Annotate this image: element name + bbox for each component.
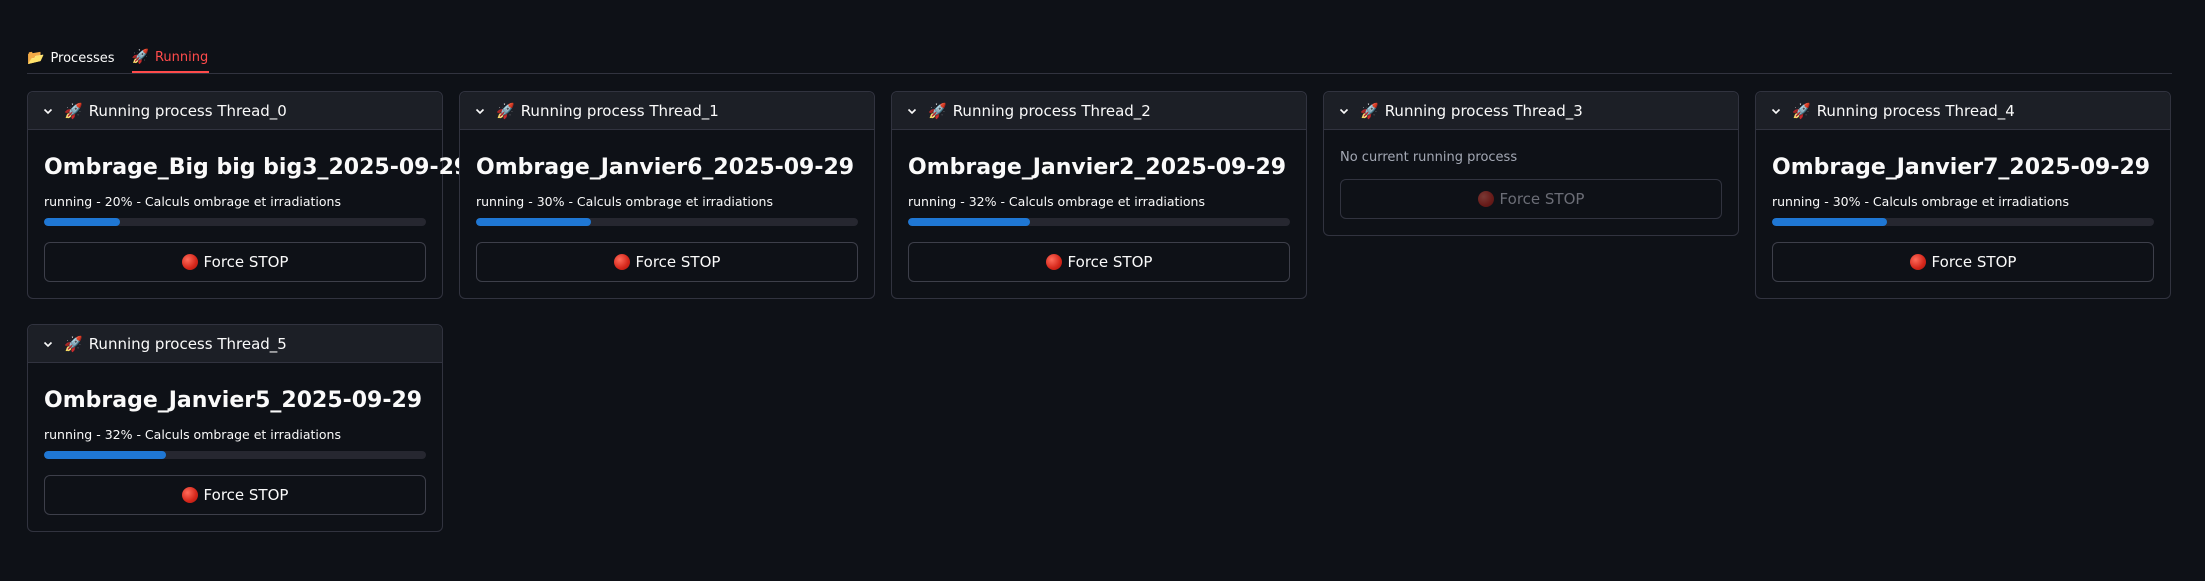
expander-header[interactable]: 🚀 Running process Thread_4: [1756, 92, 2170, 130]
tab-processes[interactable]: 📂 Processes: [27, 40, 116, 73]
rocket-icon: 🚀: [64, 334, 83, 353]
tab-label: Processes: [50, 50, 115, 66]
progress-bar: [908, 218, 1290, 226]
process-title: Ombrage_Janvier2_2025-09-29: [908, 155, 1287, 180]
stop-icon: [613, 254, 630, 270]
progress-bar: [44, 218, 426, 226]
force-stop-button[interactable]: Force STOP: [476, 242, 858, 282]
tab-label: Running: [154, 49, 209, 65]
chevron-down-icon: [474, 105, 486, 117]
force-stop-button[interactable]: Force STOP: [1772, 242, 2154, 282]
expander-title: Running process Thread_3: [1384, 101, 1583, 120]
process-title: Ombrage_Big big big3_2025-09-29: [44, 155, 470, 180]
progress-bar: [476, 218, 858, 226]
chevron-down-icon: [1770, 105, 1782, 117]
thread-expander: 🚀 Running process Thread_0 Ombrage_Big b…: [27, 91, 470, 299]
stop-icon: [181, 254, 198, 270]
progress-fill: [1772, 218, 1887, 226]
progress-bar: [44, 451, 426, 459]
process-title: Ombrage_Janvier6_2025-09-29: [476, 155, 855, 180]
progress-fill: [476, 218, 591, 226]
process-status: running - 30% - Calculs ombrage et irrad…: [476, 194, 773, 209]
button-label: Force STOP: [1499, 190, 1585, 208]
thread-expander: 🚀 Running process Thread_2 Ombrage_Janvi…: [891, 91, 1307, 299]
button-label: Force STOP: [1067, 253, 1153, 271]
process-title: Ombrage_Janvier7_2025-09-29: [1772, 155, 2151, 180]
tab-running[interactable]: 🚀 Running: [131, 40, 210, 73]
rocket-icon: 🚀: [928, 101, 947, 120]
folder-icon: 📂: [27, 50, 45, 66]
stop-icon: [1909, 254, 1926, 270]
expander-header[interactable]: 🚀 Running process Thread_5: [28, 325, 442, 363]
chevron-down-icon: [906, 105, 918, 117]
stop-icon: [181, 487, 198, 503]
process-status: running - 20% - Calculs ombrage et irrad…: [44, 194, 341, 209]
stop-icon: [1045, 254, 1062, 270]
process-title: Ombrage_Janvier5_2025-09-29: [44, 388, 423, 413]
expander-title: Running process Thread_2: [952, 101, 1151, 120]
expander-title: Running process Thread_0: [88, 101, 287, 120]
expander-title: Running process Thread_4: [1816, 101, 2015, 120]
tab-bar: 📂 Processes 🚀 Running: [27, 40, 2172, 74]
chevron-down-icon: [42, 105, 54, 117]
expander-title: Running process Thread_5: [88, 334, 287, 353]
button-label: Force STOP: [635, 253, 721, 271]
chevron-down-icon: [42, 338, 54, 350]
thread-expander: 🚀 Running process Thread_3 No current ru…: [1323, 91, 1739, 236]
expander-header[interactable]: 🚀 Running process Thread_0: [28, 92, 442, 130]
force-stop-button[interactable]: Force STOP: [908, 242, 1290, 282]
empty-message: No current running process: [1340, 150, 1518, 165]
expander-header[interactable]: 🚀 Running process Thread_1: [460, 92, 874, 130]
progress-fill: [44, 218, 121, 226]
expander-header[interactable]: 🚀 Running process Thread_3: [1324, 92, 1738, 130]
rocket-icon: 🚀: [1792, 101, 1811, 120]
rocket-icon: 🚀: [131, 49, 149, 65]
progress-bar: [1772, 218, 2154, 226]
rocket-icon: 🚀: [64, 101, 83, 120]
force-stop-button[interactable]: Force STOP: [1340, 179, 1722, 219]
stop-icon: [1477, 191, 1494, 207]
expander-header[interactable]: 🚀 Running process Thread_2: [892, 92, 1306, 130]
process-status: running - 30% - Calculs ombrage et irrad…: [1772, 194, 2069, 209]
button-label: Force STOP: [203, 253, 289, 271]
chevron-down-icon: [1338, 105, 1350, 117]
button-label: Force STOP: [203, 486, 289, 504]
button-label: Force STOP: [1931, 253, 2017, 271]
rocket-icon: 🚀: [496, 101, 515, 120]
expander-title: Running process Thread_1: [520, 101, 719, 120]
thread-expander: 🚀 Running process Thread_5 Ombrage_Janvi…: [27, 324, 443, 532]
force-stop-button[interactable]: Force STOP: [44, 242, 426, 282]
progress-fill: [44, 451, 167, 459]
force-stop-button[interactable]: Force STOP: [44, 475, 426, 515]
thread-expander: 🚀 Running process Thread_4 Ombrage_Janvi…: [1755, 91, 2171, 299]
progress-fill: [908, 218, 1031, 226]
rocket-icon: 🚀: [1360, 101, 1379, 120]
thread-expander: 🚀 Running process Thread_1 Ombrage_Janvi…: [459, 91, 875, 299]
process-status: running - 32% - Calculs ombrage et irrad…: [44, 427, 341, 442]
process-status: running - 32% - Calculs ombrage et irrad…: [908, 194, 1205, 209]
